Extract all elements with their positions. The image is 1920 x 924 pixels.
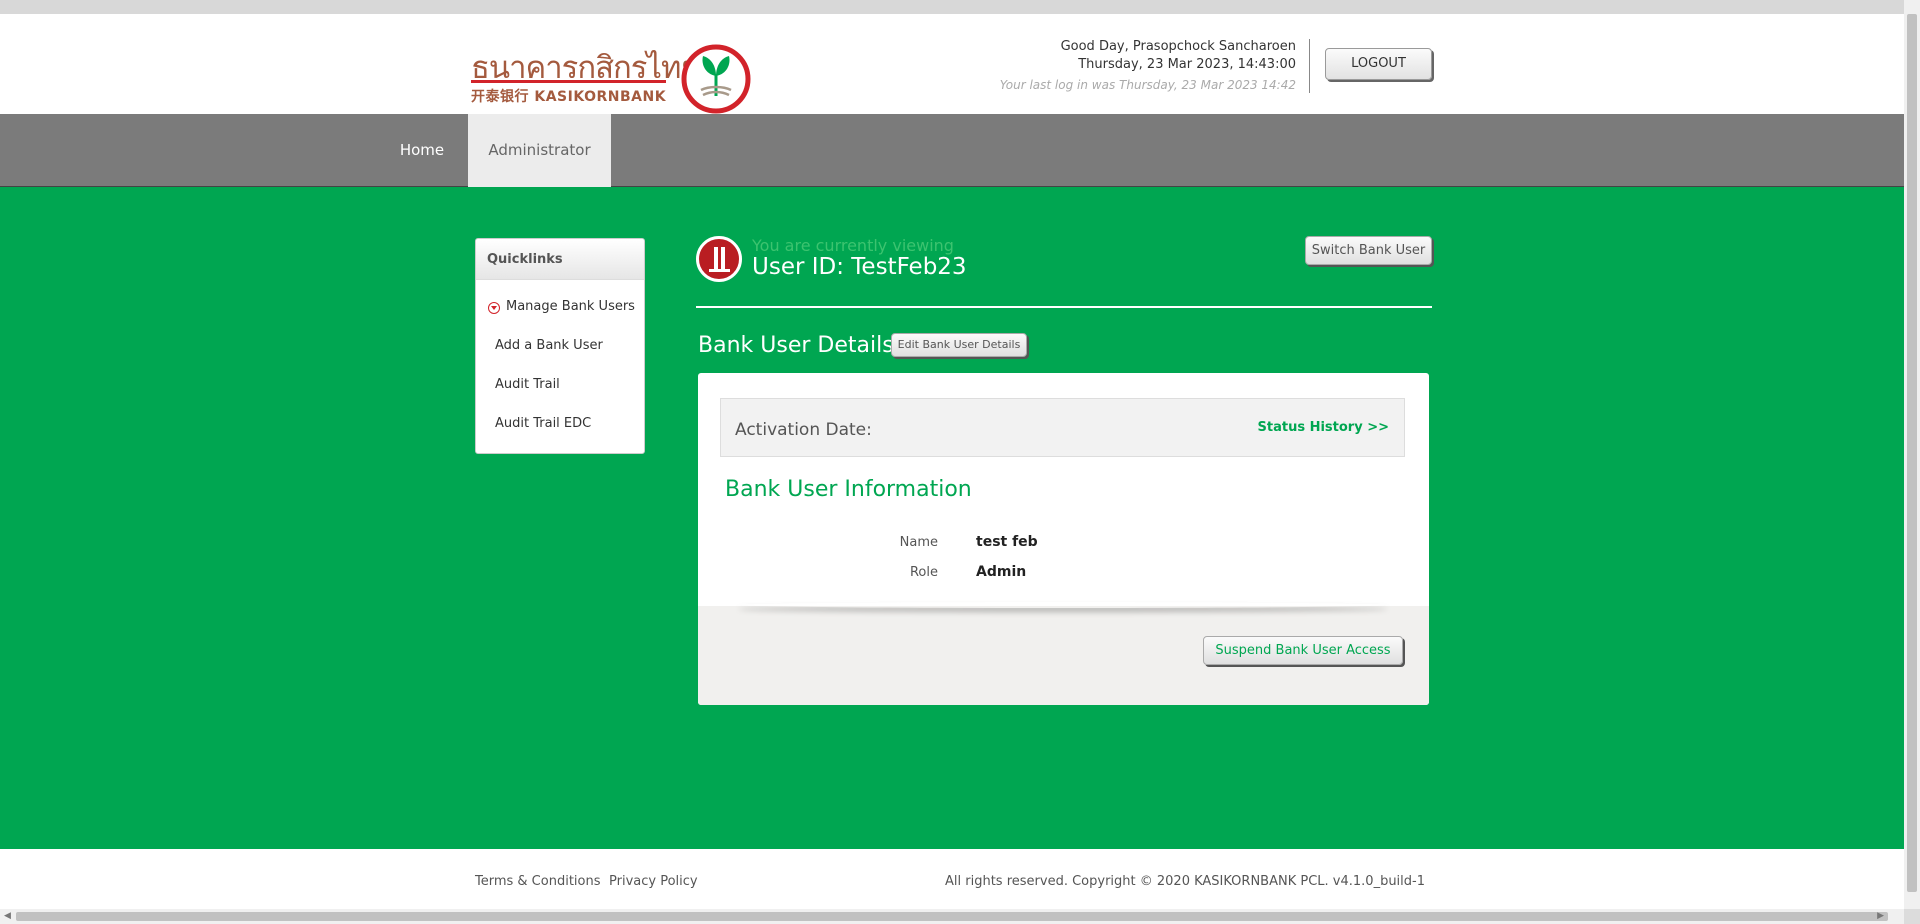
scroll-left-icon[interactable]: ◀ xyxy=(4,911,11,921)
terms-conditions-link[interactable]: Terms & Conditions xyxy=(475,874,601,889)
chevron-down-icon xyxy=(488,302,500,314)
vertical-scroll-thumb[interactable] xyxy=(1907,14,1917,892)
bank-building-icon xyxy=(696,236,742,282)
logo-english-text: 开泰银行 KASIKORNBANK xyxy=(471,89,667,105)
bank-user-details-title: Bank User Details xyxy=(698,333,894,358)
logout-button[interactable]: LOGOUT xyxy=(1325,48,1432,80)
greeting-name: Good Day, Prasopchock Sancharoen xyxy=(1060,39,1296,54)
nav-tab-home[interactable]: Home xyxy=(382,114,462,186)
section-divider xyxy=(696,306,1432,308)
viewing-label: You are currently viewing xyxy=(752,236,954,255)
user-greeting: Good Day, Prasopchock Sancharoen Thursda… xyxy=(1000,38,1296,94)
quicklink-audit-trail[interactable]: Audit Trail xyxy=(495,377,560,392)
quicklink-manage-bank-users[interactable]: Manage Bank Users xyxy=(506,299,635,314)
role-value: Admin xyxy=(976,564,1027,580)
greeting-datetime: Thursday, 23 Mar 2023, 14:43:00 xyxy=(1078,57,1296,72)
bank-user-details-card: Activation Date: Status History >> Bank … xyxy=(698,373,1429,705)
privacy-policy-link[interactable]: Privacy Policy xyxy=(609,874,698,889)
vertical-scrollbar[interactable] xyxy=(1904,0,1920,909)
status-history-link[interactable]: Status History >> xyxy=(1258,420,1390,435)
name-value: test feb xyxy=(976,534,1038,550)
quicklinks-panel: Quicklinks Manage Bank Users Add a Bank … xyxy=(475,238,645,454)
kasikornbank-logo[interactable]: ธนาคารกสิกรไทย 开泰银行 KASIKORNBANK xyxy=(471,28,756,116)
kbank-leaf-icon xyxy=(681,44,751,114)
copyright-text: All rights reserved. Copyright © 2020 KA… xyxy=(945,874,1425,889)
horizontal-scroll-thumb[interactable] xyxy=(16,912,1888,921)
switch-bank-user-button[interactable]: Switch Bank User xyxy=(1305,236,1432,265)
viewing-user-id: User ID: TestFeb23 xyxy=(752,254,967,280)
name-label: Name xyxy=(899,535,938,550)
scroll-right-icon[interactable]: ▶ xyxy=(1877,911,1884,921)
logo-underline xyxy=(471,80,666,83)
edit-bank-user-details-button[interactable]: Edit Bank User Details xyxy=(891,333,1027,357)
nav-tab-administrator[interactable]: Administrator xyxy=(468,114,611,195)
horizontal-scrollbar[interactable]: ◀ ▶ xyxy=(0,909,1904,924)
card-footer: Suspend Bank User Access xyxy=(698,606,1429,705)
last-login-text: Your last log in was Thursday, 23 Mar 20… xyxy=(999,78,1296,92)
quicklinks-title: Quicklinks xyxy=(476,239,644,280)
header: ธนาคารกสิกรไทย 开泰银行 KASIKORNBANK Good Da… xyxy=(0,14,1904,114)
quicklink-audit-trail-edc[interactable]: Audit Trail EDC xyxy=(495,416,591,431)
suspend-bank-user-access-button[interactable]: Suspend Bank User Access xyxy=(1203,636,1403,665)
bank-user-info-title: Bank User Information xyxy=(725,477,972,502)
page-footer: Terms & Conditions Privacy Policy All ri… xyxy=(0,849,1904,909)
browser-top-strip xyxy=(0,0,1904,14)
quicklink-add-bank-user[interactable]: Add a Bank User xyxy=(495,338,603,353)
activation-box: Activation Date: Status History >> xyxy=(720,398,1405,457)
main-nav: Home Administrator xyxy=(0,114,1904,195)
role-label: Role xyxy=(909,565,938,580)
logo-thai-text: ธนาคารกสิกรไทย xyxy=(471,50,699,86)
activation-date-label: Activation Date: xyxy=(735,420,872,440)
scrollbar-corner xyxy=(1904,909,1920,924)
header-divider xyxy=(1309,39,1310,93)
